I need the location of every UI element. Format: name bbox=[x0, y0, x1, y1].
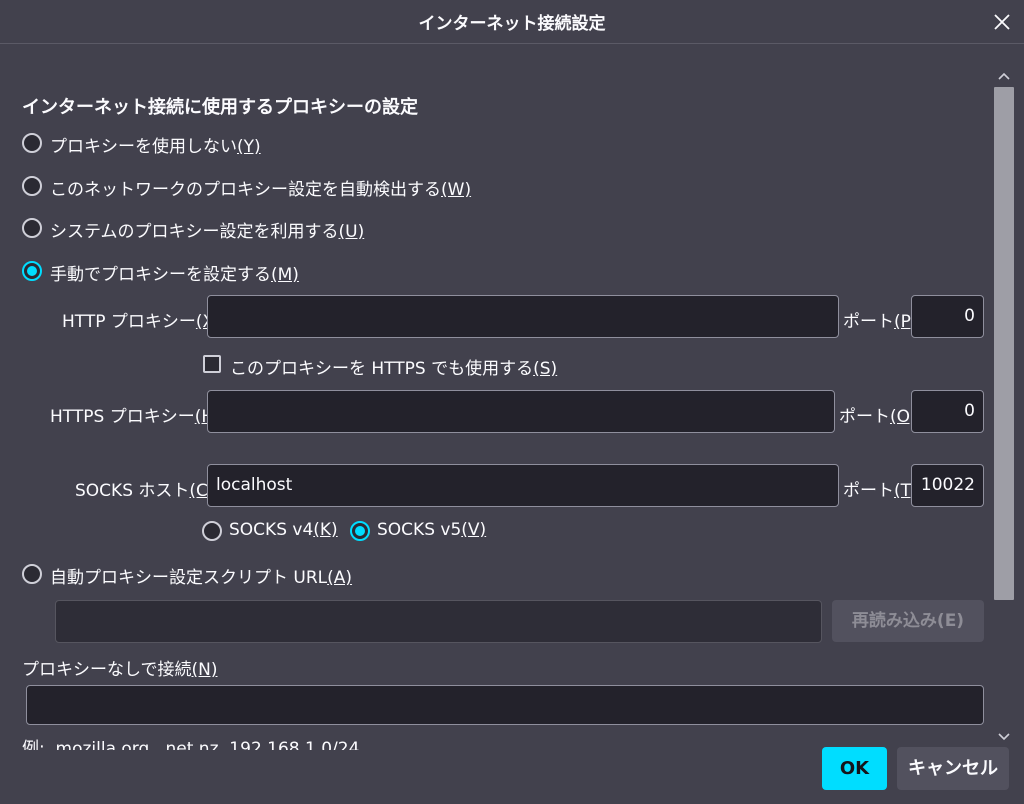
no-proxy-label[interactable]: プロキシーを使用しない(Y) bbox=[50, 132, 261, 157]
socks-v5-label[interactable]: SOCKS v5(V) bbox=[377, 520, 486, 540]
radio-auto-proxy-url[interactable] bbox=[22, 564, 42, 584]
scroll-up-button[interactable] bbox=[994, 67, 1014, 85]
title-bar: インターネット接続設定 bbox=[0, 0, 1024, 44]
socks-port-label: ポート(T) bbox=[843, 481, 918, 501]
use-for-https-checkbox[interactable] bbox=[203, 355, 221, 373]
radio-system-proxy[interactable] bbox=[22, 218, 42, 238]
auto-proxy-url-label[interactable]: 自動プロキシー設定スクリプト URL(A) bbox=[50, 563, 352, 588]
system-proxy-label[interactable]: システムのプロキシー設定を利用する(U) bbox=[50, 217, 364, 242]
chevron-up-icon bbox=[998, 72, 1010, 80]
window-title: インターネット接続設定 bbox=[418, 14, 606, 34]
scrollbar[interactable] bbox=[992, 65, 1016, 748]
http-proxy-label: HTTP プロキシー(X) bbox=[62, 312, 221, 332]
https-proxy-label: HTTPS プロキシー(H) bbox=[50, 407, 221, 427]
https-port-label: ポート(O) bbox=[839, 407, 917, 427]
https-port-input[interactable]: 0 bbox=[911, 390, 984, 433]
radio-no-proxy[interactable] bbox=[22, 133, 42, 153]
dialog-content: インターネット接続に使用するプロキシーの設定 プロキシーを使用しない(Y) この… bbox=[0, 45, 992, 750]
scroll-thumb[interactable] bbox=[994, 87, 1014, 600]
example-hint: 例: .mozilla.org, .net.nz, 192.168.1.0/24 bbox=[22, 739, 360, 750]
socks-host-input[interactable]: localhost bbox=[207, 464, 839, 507]
radio-auto-detect[interactable] bbox=[22, 176, 42, 196]
radio-socks-v4[interactable] bbox=[202, 521, 222, 541]
socks-v4-label[interactable]: SOCKS v4(K) bbox=[229, 520, 338, 540]
radio-socks-v5[interactable] bbox=[350, 521, 370, 541]
no-proxy-for-label: プロキシーなしで接続(N) bbox=[22, 660, 218, 680]
use-for-https-label[interactable]: このプロキシーを HTTPS でも使用する(S) bbox=[230, 354, 557, 379]
chevron-down-icon bbox=[998, 733, 1010, 741]
scroll-down-button[interactable] bbox=[994, 728, 1014, 746]
ok-button[interactable]: OK bbox=[822, 747, 887, 790]
close-icon bbox=[994, 14, 1010, 30]
socks-host-label: SOCKS ホスト(C) bbox=[75, 481, 215, 501]
section-heading: インターネット接続に使用するプロキシーの設定 bbox=[22, 97, 418, 118]
cancel-button[interactable]: キャンセル bbox=[897, 747, 1009, 790]
http-port-label: ポート(P) bbox=[843, 312, 918, 332]
no-proxy-for-input[interactable] bbox=[26, 685, 984, 725]
close-button[interactable] bbox=[986, 6, 1018, 38]
https-proxy-input[interactable] bbox=[207, 390, 835, 433]
socks-port-input[interactable]: 10022 bbox=[911, 464, 984, 507]
manual-proxy-label[interactable]: 手動でプロキシーを設定する(M) bbox=[50, 260, 299, 285]
radio-manual-proxy[interactable] bbox=[22, 261, 42, 281]
auto-detect-label[interactable]: このネットワークのプロキシー設定を自動検出する(W) bbox=[50, 175, 471, 200]
http-port-input[interactable]: 0 bbox=[911, 295, 984, 338]
reload-button[interactable]: 再読み込み(E) bbox=[832, 600, 984, 642]
http-proxy-input[interactable] bbox=[207, 295, 839, 338]
auto-proxy-url-input[interactable] bbox=[55, 600, 822, 643]
